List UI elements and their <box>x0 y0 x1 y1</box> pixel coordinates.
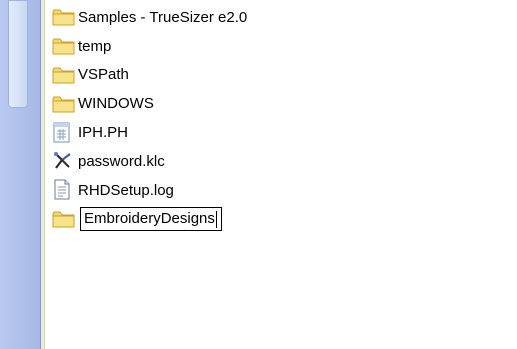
folder-icon <box>52 93 78 115</box>
task-pane-scrollbar-thumb[interactable] <box>8 0 28 108</box>
task-pane <box>0 0 41 349</box>
file-list: Samples - TrueSizer e2.0 temp VSPath WIN… <box>52 3 517 233</box>
item-label: temp <box>78 37 112 55</box>
rename-input[interactable]: EmbroideryDesigns <box>80 206 222 231</box>
list-item[interactable]: password.klc <box>52 147 517 176</box>
list-item[interactable]: IPH.PH <box>52 118 517 147</box>
item-label: VSPath <box>78 66 129 84</box>
rename-input-value: EmbroideryDesigns <box>84 209 215 227</box>
folder-icon <box>52 208 78 230</box>
list-item[interactable]: temp <box>52 32 517 61</box>
list-item[interactable]: VSPath <box>52 61 517 90</box>
ph-file-icon <box>52 122 78 144</box>
item-label: IPH.PH <box>78 124 129 142</box>
pane-splitter[interactable] <box>41 0 45 349</box>
folder-icon <box>52 64 78 86</box>
folder-icon <box>52 6 78 28</box>
list-item[interactable]: Samples - TrueSizer e2.0 <box>52 3 517 32</box>
item-label: WINDOWS <box>78 95 154 113</box>
explorer-window: Samples - TrueSizer e2.0 temp VSPath WIN… <box>0 0 517 349</box>
folder-icon <box>52 35 78 57</box>
list-item[interactable]: WINDOWS <box>52 89 517 118</box>
klc-file-icon <box>52 150 78 172</box>
log-file-icon <box>52 179 78 201</box>
item-label: password.klc <box>78 152 165 170</box>
item-label: RHDSetup.log <box>78 181 174 199</box>
text-caret <box>215 210 217 228</box>
list-item[interactable]: RHDSetup.log <box>52 176 517 205</box>
list-item-renaming[interactable]: EmbroideryDesigns <box>52 205 517 234</box>
item-label: Samples - TrueSizer e2.0 <box>78 8 248 26</box>
